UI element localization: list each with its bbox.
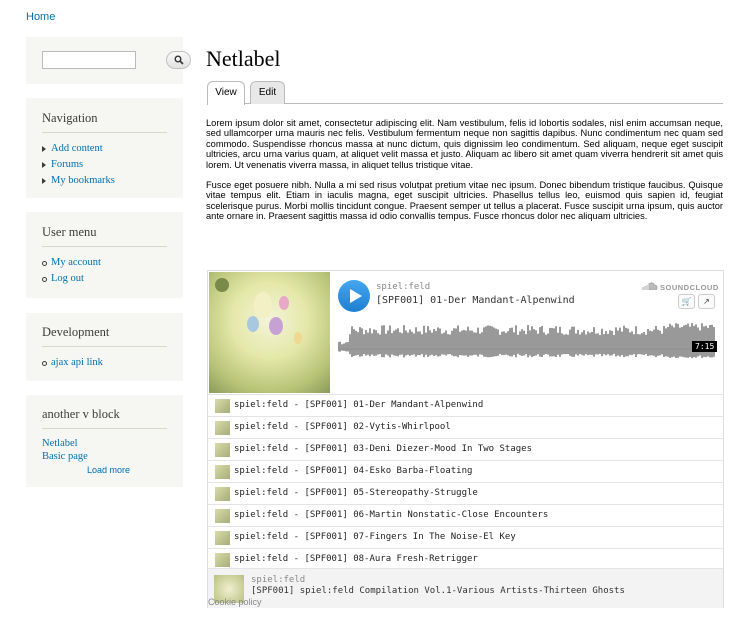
track-row-title[interactable]: spiel:feld - [SPF001] 03-Deni Diezer-Moo…	[234, 444, 532, 454]
track-row-title[interactable]: spiel:feld - [SPF001] 01-Der Mandant-Alp…	[234, 400, 483, 410]
track-user[interactable]: spiel:feld	[376, 282, 430, 292]
tab-edit[interactable]: Edit	[250, 81, 285, 104]
cookie-policy-link[interactable]: Cookie policy	[208, 597, 262, 607]
waveform[interactable]	[338, 321, 716, 369]
buy-button[interactable]: 🛒	[678, 294, 695, 309]
track-row-title[interactable]: spiel:feld - [SPF001] 07-Fingers In The …	[234, 532, 516, 542]
nav-link-add-content[interactable]: Add content	[51, 143, 103, 154]
navigation-title: Navigation	[42, 111, 167, 133]
track-row[interactable]: spiel:feld - [SPF001] 08-Aura Fresh-Retr…	[208, 548, 723, 570]
nav-item-add-content: Add content	[42, 141, 167, 157]
soundcloud-brand[interactable]: SOUNDCLOUD	[660, 283, 719, 292]
track-thumbnail	[215, 443, 230, 457]
body-paragraph: Fusce eget posuere nibh. Nulla a mi sed …	[206, 180, 723, 222]
track-thumbnail	[215, 509, 230, 523]
track-thumbnail	[215, 421, 230, 435]
track-row-title[interactable]: spiel:feld - [SPF001] 05-Stereopathy-Str…	[234, 488, 478, 498]
development-block: Development ajax api link	[26, 313, 183, 381]
track-thumbnail	[215, 399, 230, 413]
track-row[interactable]: spiel:feld - [SPF001] 03-Deni Diezer-Moo…	[208, 438, 723, 460]
track-row-title[interactable]: spiel:feld - [SPF001] 06-Martin Nonstati…	[234, 510, 548, 520]
track-thumbnail	[215, 465, 230, 479]
track-row[interactable]: spiel:feld - [SPF001] 07-Fingers In The …	[208, 526, 723, 548]
navigation-block: Navigation Add content Forums My bookmar…	[26, 98, 183, 198]
user-menu-block: User menu My account Log out	[26, 212, 183, 298]
user-menu-item-log-out: Log out	[42, 271, 167, 287]
share-icon: ↗	[703, 297, 710, 306]
nav-link-my-bookmarks[interactable]: My bookmarks	[51, 175, 115, 186]
set-user[interactable]: spiel:feld	[251, 575, 305, 585]
soundcloud-player: spiel:feld [SPF001] 01-Der Mandant-Alpen…	[207, 270, 724, 608]
track-row-title[interactable]: spiel:feld - [SPF001] 02-Vytis-Whirlpool	[234, 422, 451, 432]
track-row[interactable]: spiel:feld - [SPF001] 06-Martin Nonstati…	[208, 504, 723, 526]
body-paragraph: Lorem ipsum dolor sit amet, consectetur …	[206, 118, 723, 170]
track-title[interactable]: [SPF001] 01-Der Mandant-Alpenwind	[376, 295, 575, 306]
search-block	[26, 37, 191, 84]
breadcrumb-home-link[interactable]: Home	[26, 11, 55, 23]
user-menu-title: User menu	[42, 225, 167, 247]
search-icon	[174, 55, 184, 65]
duration-label: 7:15	[692, 341, 718, 352]
soundcloud-logo-icon	[642, 282, 658, 290]
track-row[interactable]: spiel:feld - [SPF001] 05-Stereopathy-Str…	[208, 482, 723, 504]
track-list: spiel:feld - [SPF001] 01-Der Mandant-Alp…	[208, 394, 723, 570]
another-block-title: another v block	[42, 407, 167, 429]
nav-item-forums: Forums	[42, 157, 167, 173]
track-row[interactable]: spiel:feld - [SPF001] 01-Der Mandant-Alp…	[208, 394, 723, 416]
search-input[interactable]	[42, 51, 136, 69]
page-title: Netlabel	[206, 46, 281, 71]
cart-icon: 🛒	[681, 297, 692, 306]
development-title: Development	[42, 325, 167, 347]
nav-link-forums[interactable]: Forums	[51, 159, 83, 170]
tabs: View Edit	[207, 81, 723, 105]
netlabel-link[interactable]: Netlabel	[42, 438, 78, 449]
share-button[interactable]: ↗	[698, 294, 715, 309]
set-title[interactable]: [SPF001] spiel:feld Compilation Vol.1-Va…	[251, 586, 625, 596]
ajax-api-link[interactable]: ajax api link	[51, 357, 103, 368]
development-item-ajax: ajax api link	[42, 355, 167, 371]
user-menu-item-my-account: My account	[42, 255, 167, 271]
body-text: Lorem ipsum dolor sit amet, consectetur …	[206, 118, 723, 232]
my-account-link[interactable]: My account	[51, 257, 101, 268]
track-row-title[interactable]: spiel:feld - [SPF001] 08-Aura Fresh-Retr…	[234, 554, 478, 564]
album-artwork[interactable]	[209, 272, 330, 393]
track-thumbnail	[215, 531, 230, 545]
nav-item-my-bookmarks: My bookmarks	[42, 173, 167, 189]
track-row-title[interactable]: spiel:feld - [SPF001] 04-Esko Barba-Floa…	[234, 466, 472, 476]
track-row[interactable]: spiel:feld - [SPF001] 04-Esko Barba-Floa…	[208, 460, 723, 482]
track-thumbnail	[215, 553, 230, 567]
another-v-block: another v block Netlabel Basic page Load…	[26, 395, 183, 487]
track-thumbnail	[215, 487, 230, 501]
tab-view[interactable]: View	[207, 81, 245, 105]
search-button[interactable]	[166, 51, 191, 69]
play-button[interactable]	[338, 280, 370, 312]
load-more-link[interactable]: Load more	[87, 464, 167, 477]
log-out-link[interactable]: Log out	[51, 273, 84, 284]
basic-page-link[interactable]: Basic page	[42, 451, 88, 462]
set-info[interactable]: spiel:feld [SPF001] spiel:feld Compilati…	[208, 568, 723, 608]
track-row[interactable]: spiel:feld - [SPF001] 02-Vytis-Whirlpool	[208, 416, 723, 438]
